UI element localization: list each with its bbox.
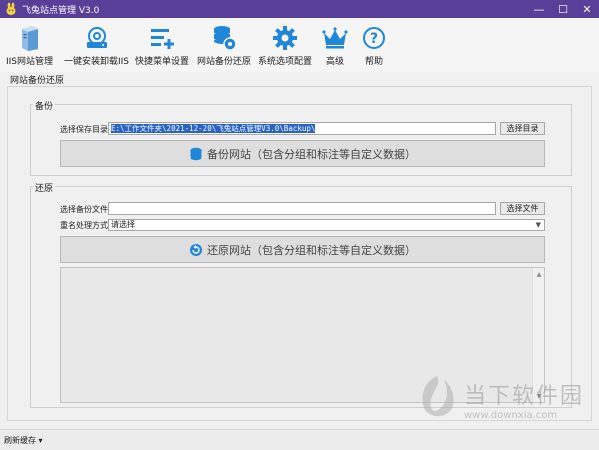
restore-file-label: 选择备份文件 — [60, 205, 108, 214]
menu-add-icon — [151, 29, 174, 49]
watermark-logo-icon — [422, 376, 454, 417]
rename-mode-label: 重名处理方式 — [60, 221, 108, 230]
toolbar-label: 快捷菜单设置 — [135, 57, 190, 67]
window-title: 飞兔站点管理 V3.0 — [22, 5, 100, 16]
help-icon: ? — [363, 27, 385, 49]
restore-legend: 还原 — [33, 181, 56, 194]
toolbar-quick-menu[interactable]: 快捷菜单设置 — [135, 24, 189, 67]
toolbar-advanced[interactable]: 高级 — [322, 24, 348, 67]
toolbar-label: 系统选项配置 — [258, 57, 313, 67]
crown-icon — [322, 27, 348, 49]
toolbar-label: 高级 — [325, 57, 344, 67]
database-icon — [190, 147, 202, 160]
title-bar[interactable]: 飞兔站点管理 V3.0 — ☐ ✕ — [0, 0, 599, 18]
status-bar: 刷新缓存 ▾ — [0, 429, 599, 450]
toolbar-label: 帮助 — [364, 57, 383, 67]
restore-site-label: 还原网站（包含分组和标注等自定义数据） — [207, 243, 416, 257]
toolbar-label: 网站备份还原 — [197, 57, 252, 67]
section-title: 网站备份还原 — [10, 76, 65, 86]
rename-mode-value: 请选择 — [111, 220, 135, 229]
minimize-button[interactable]: — — [527, 0, 551, 18]
refresh-cache-dropdown[interactable]: 刷新缓存 ▾ — [4, 435, 43, 446]
backup-site-label: 备份网站（包含分组和标注等自定义数据） — [207, 147, 416, 161]
backup-site-button[interactable]: 备份网站（包含分组和标注等自定义数据） — [60, 140, 545, 167]
backup-dir-label: 选择保存目录 — [60, 125, 108, 134]
select-file-button[interactable]: 选择文件 — [500, 202, 545, 215]
chevron-down-icon: ▼ — [535, 221, 541, 229]
toolbar-iis-manage[interactable]: IIS网站管理 — [6, 24, 53, 67]
toolbar-help[interactable]: ? 帮助 — [362, 24, 386, 67]
toolbar-label: IIS网站管理 — [6, 57, 54, 67]
rabbit-logo-icon — [6, 2, 16, 15]
toolbar-backup-restore[interactable]: 网站备份还原 — [197, 24, 251, 67]
backup-dir-value: E:\工作文件夹\2021-12-20\飞兔站点管理V3.0\Backup\ — [111, 124, 316, 133]
server-icon — [21, 26, 38, 51]
select-directory-button[interactable]: 选择目录 — [500, 122, 545, 135]
backup-legend: 备份 — [33, 99, 56, 112]
rename-mode-select[interactable]: 请选择 ▼ — [108, 219, 545, 231]
scroll-up-icon[interactable]: ▲ — [533, 268, 545, 280]
svg-text:?: ? — [370, 31, 378, 47]
maximize-button[interactable]: ☐ — [551, 0, 575, 18]
toolbar: IIS网站管理 一键安装卸载IIS 快捷菜单设置 网站备份还原 系统选项配置 高… — [0, 18, 599, 72]
database-icon — [214, 26, 237, 51]
gear-icon — [273, 26, 297, 50]
restore-site-button[interactable]: 还原网站（包含分组和标注等自定义数据） — [60, 236, 545, 263]
restore-file-input[interactable] — [108, 202, 496, 215]
close-button[interactable]: ✕ — [575, 0, 599, 18]
watermark-text: 当下软件园 — [464, 383, 585, 409]
toolbar-label: 一键安装卸载IIS — [64, 57, 130, 67]
toolbar-iis-install[interactable]: 一键安装卸载IIS — [64, 24, 129, 67]
backup-dir-input[interactable]: E:\工作文件夹\2021-12-20\飞兔站点管理V3.0\Backup\ — [108, 122, 496, 135]
hard-drive-icon — [86, 27, 107, 48]
restore-icon — [190, 243, 202, 256]
watermark-url: www.downxia.com — [464, 409, 558, 421]
watermark: 当下软件园 www.downxia.com — [416, 374, 584, 424]
toolbar-system-options[interactable]: 系统选项配置 — [258, 24, 312, 67]
